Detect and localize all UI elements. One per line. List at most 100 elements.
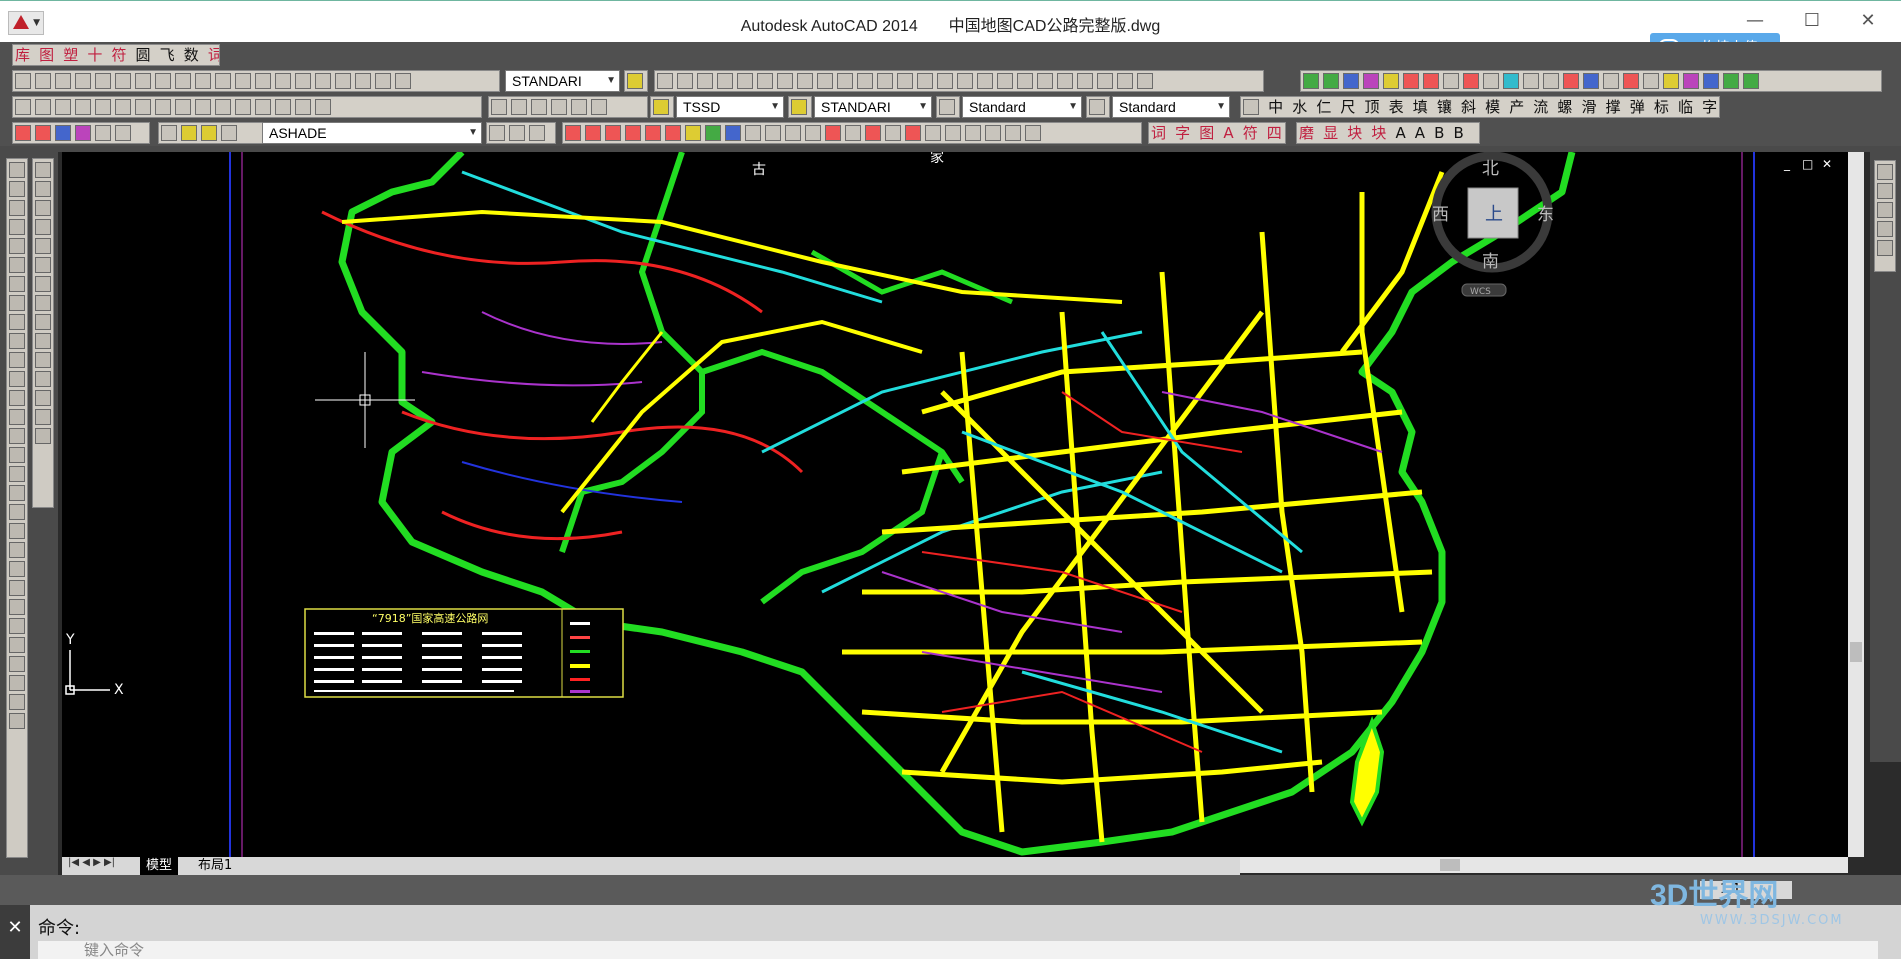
tool-d-icon[interactable] xyxy=(1363,73,1379,89)
new-icon[interactable] xyxy=(657,73,673,89)
tool-palette-icon[interactable] xyxy=(75,125,91,141)
pal-h-icon[interactable] xyxy=(35,295,51,311)
tool-b2[interactable]: B xyxy=(1454,123,1464,143)
tool-xian[interactable]: 显 xyxy=(1323,123,1338,143)
plot-icon[interactable] xyxy=(75,99,91,115)
polyline-icon[interactable] xyxy=(9,200,25,216)
rp-c-icon[interactable] xyxy=(1877,202,1893,218)
paste-icon[interactable] xyxy=(837,73,853,89)
angular-dim-icon[interactable] xyxy=(155,73,171,89)
table-style-icon[interactable] xyxy=(939,99,955,115)
print-icon[interactable] xyxy=(717,73,733,89)
radius-dim-icon[interactable] xyxy=(95,73,111,89)
add-selected-icon[interactable] xyxy=(9,523,25,539)
diameter-dim-icon[interactable] xyxy=(135,73,151,89)
close-button[interactable]: ✕ xyxy=(1848,9,1888,35)
viewcube-west[interactable]: 西 xyxy=(1432,205,1449,225)
sheet-set-icon[interactable] xyxy=(1077,73,1093,89)
jogged-linear-icon[interactable] xyxy=(335,73,351,89)
jogged-dim-icon[interactable] xyxy=(115,73,131,89)
plot3d-icon[interactable] xyxy=(777,73,793,89)
pan-icon[interactable] xyxy=(937,73,953,89)
pal-a-icon[interactable] xyxy=(35,162,51,178)
dim-edit-icon[interactable] xyxy=(355,73,371,89)
list-icon[interactable] xyxy=(295,99,311,115)
pal-k-icon[interactable] xyxy=(35,352,51,368)
divide-icon[interactable] xyxy=(905,125,921,141)
block-editor-icon[interactable] xyxy=(877,73,893,89)
rotate-icon[interactable] xyxy=(665,125,681,141)
tool-shui[interactable]: 水 xyxy=(1292,97,1307,117)
region-icon[interactable] xyxy=(9,466,25,482)
match-prop-icon[interactable] xyxy=(857,73,873,89)
pedit-icon[interactable] xyxy=(945,125,961,141)
tab-layout1[interactable]: 布局1 xyxy=(192,857,238,875)
tool-tu2[interactable]: 图 xyxy=(1199,123,1214,143)
publish-icon[interactable] xyxy=(757,73,773,89)
trim-icon[interactable] xyxy=(725,125,741,141)
tool-fei[interactable]: 飞 xyxy=(160,45,175,65)
open-doc-icon[interactable] xyxy=(35,99,51,115)
make-current-icon[interactable] xyxy=(489,125,505,141)
block-icon[interactable] xyxy=(135,99,151,115)
pal-d-icon[interactable] xyxy=(35,219,51,235)
tool-red-b-icon[interactable] xyxy=(35,125,51,141)
extend-icon[interactable] xyxy=(745,125,761,141)
line-icon[interactable] xyxy=(9,162,25,178)
rectangle-icon[interactable] xyxy=(9,238,25,254)
zoom-window-icon[interactable] xyxy=(977,73,993,89)
tool-27-icon[interactable] xyxy=(9,656,25,672)
tool-yuan[interactable]: 圆 xyxy=(136,45,151,65)
copy-obj-icon[interactable] xyxy=(585,125,601,141)
erase-icon[interactable] xyxy=(1005,125,1021,141)
arc-icon[interactable] xyxy=(9,257,25,273)
offset-icon[interactable] xyxy=(625,125,641,141)
tool-u-icon[interactable] xyxy=(1703,73,1719,89)
tool-v-icon[interactable] xyxy=(1723,73,1739,89)
tool-l-icon[interactable] xyxy=(1523,73,1539,89)
tool-b-icon[interactable] xyxy=(1323,73,1339,89)
attribute-icon[interactable] xyxy=(155,99,171,115)
revcloud-icon[interactable] xyxy=(9,295,25,311)
tool-liu[interactable]: 流 xyxy=(1533,97,1548,117)
tool-tian[interactable]: 填 xyxy=(1413,97,1428,117)
center-mark-icon[interactable] xyxy=(295,73,311,89)
dim-style-select[interactable]: STANDARI ▼ xyxy=(505,70,620,92)
tool-w-icon[interactable] xyxy=(1743,73,1759,89)
tool-e-icon[interactable] xyxy=(1383,73,1399,89)
layer-select[interactable]: ASHADE ▼ xyxy=(262,122,482,144)
tool-shi[interactable]: 十 xyxy=(87,45,102,65)
tab-model[interactable]: 模型 xyxy=(140,857,179,875)
save-doc-icon[interactable] xyxy=(55,99,71,115)
pal-o-icon[interactable] xyxy=(35,428,51,444)
splinedit-icon[interactable] xyxy=(965,125,981,141)
tool-grid-icon[interactable] xyxy=(95,125,111,141)
lengthen-icon[interactable] xyxy=(865,125,881,141)
tool-su[interactable]: 塑 xyxy=(63,45,78,65)
tool-a-icon[interactable] xyxy=(1303,73,1319,89)
dim-style-select-2[interactable]: STANDARI ▼ xyxy=(814,96,932,118)
rp-b-icon[interactable] xyxy=(1877,183,1893,199)
tool-k-icon[interactable] xyxy=(1503,73,1519,89)
tool-ku[interactable]: 库 xyxy=(15,45,30,65)
stretch-icon[interactable] xyxy=(705,125,721,141)
explode-icon[interactable] xyxy=(845,125,861,141)
tool-shu[interactable]: 数 xyxy=(184,45,199,65)
tool-kuai[interactable]: 块 xyxy=(1347,123,1362,143)
tool-zi[interactable]: 字 xyxy=(1702,97,1717,117)
tool-luo[interactable]: 螺 xyxy=(1557,97,1572,117)
tool-red-a-icon[interactable] xyxy=(15,125,31,141)
tool-kuai2[interactable]: 块 xyxy=(1371,123,1386,143)
tool-tan[interactable]: 弹 xyxy=(1630,97,1645,117)
dim-text-edit-icon[interactable] xyxy=(375,73,391,89)
point-icon[interactable] xyxy=(9,409,25,425)
overkill-icon[interactable] xyxy=(985,125,1001,141)
layer-prev2-icon[interactable] xyxy=(509,125,525,141)
pal-c-icon[interactable] xyxy=(35,200,51,216)
tool-a2[interactable]: A xyxy=(1223,123,1233,143)
tool-a4[interactable]: A xyxy=(1415,123,1425,143)
baseline-dim-icon[interactable] xyxy=(195,73,211,89)
insert-block-icon[interactable] xyxy=(9,371,25,387)
tool-g-icon[interactable] xyxy=(1423,73,1439,89)
mleader-style-icon[interactable] xyxy=(1089,99,1105,115)
